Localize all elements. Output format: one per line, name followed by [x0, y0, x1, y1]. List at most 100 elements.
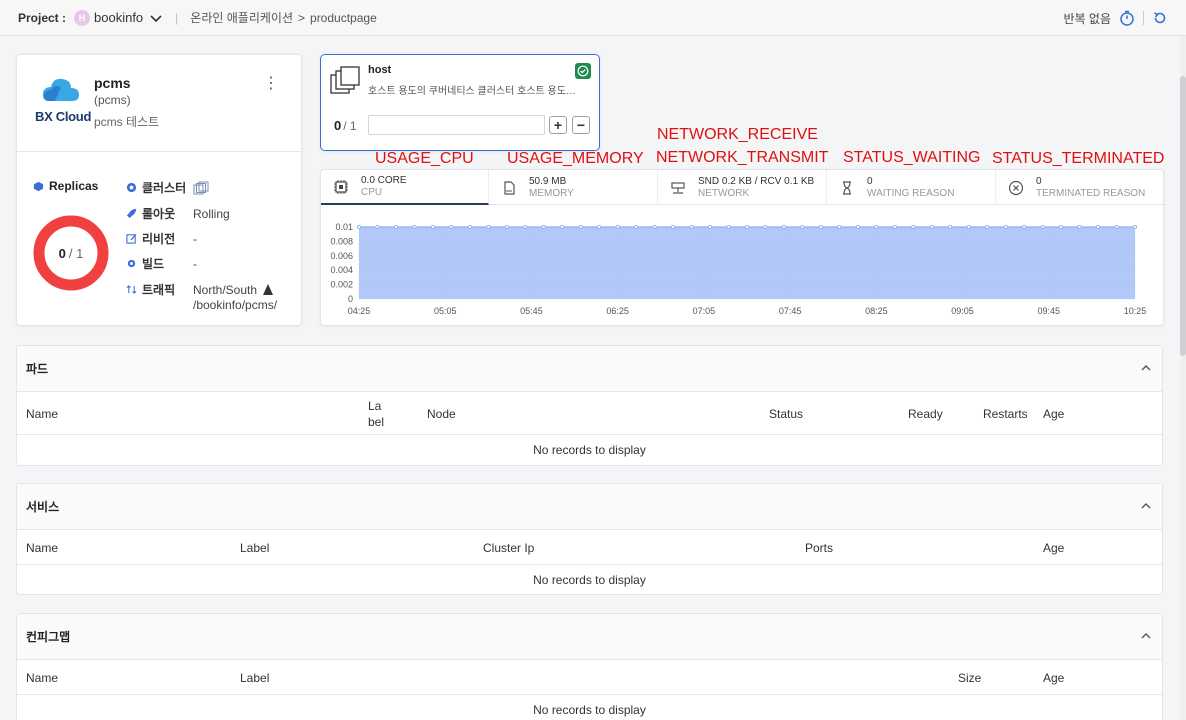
info-rollout: 롤아웃 Rolling	[126, 205, 230, 222]
tab-network-value: SND 0.2 KB / RCV 0.1 KB	[698, 175, 815, 187]
x-tick-label: 10:25	[1124, 306, 1147, 316]
info-traffic-path: /bookinfo/pcms/	[193, 298, 278, 312]
repeat-select[interactable]: 반복 없음	[1064, 10, 1112, 27]
replicas-total: / 1	[68, 245, 84, 261]
replicas-title: Replicas	[33, 179, 98, 193]
col-age[interactable]: Age	[1043, 671, 1064, 685]
data-point	[800, 224, 805, 230]
more-options-icon[interactable]: ⋮	[263, 73, 279, 93]
tab-terminated[interactable]: 0 TERMINATED REASON	[996, 170, 1165, 205]
x-tick-label: 08:25	[865, 306, 888, 316]
breadcrumb-app[interactable]: 온라인 애플리케이션	[190, 9, 293, 26]
data-point	[1132, 224, 1138, 230]
col-restarts[interactable]: Restarts	[983, 407, 1028, 421]
col-cluster-ip[interactable]: Cluster Ip	[483, 541, 534, 555]
info-rollout-label: 롤아웃	[142, 207, 176, 221]
chevron-up-icon[interactable]	[1140, 362, 1152, 374]
data-point	[689, 224, 694, 230]
tab-cpu[interactable]: 0.0 CORE CPU	[321, 170, 489, 205]
data-point	[375, 224, 380, 230]
cluster-stack-icon	[330, 66, 360, 94]
data-point	[578, 224, 583, 230]
app-subtitle: (pcms)	[94, 93, 131, 107]
check-circle-icon	[575, 63, 591, 79]
refresh-icon[interactable]	[1152, 10, 1168, 26]
tab-terminated-value: 0	[1036, 175, 1042, 187]
col-node[interactable]: Node	[427, 407, 456, 421]
services-title: 서비스	[26, 500, 60, 514]
col-age[interactable]: Age	[1043, 407, 1064, 421]
project-selector[interactable]: bookinfo	[94, 10, 143, 25]
data-point	[1114, 224, 1119, 230]
chevron-up-icon[interactable]	[1140, 630, 1152, 642]
tab-waiting[interactable]: 0 WAITING REASON	[827, 170, 996, 205]
col-age[interactable]: Age	[1043, 541, 1064, 555]
app-name: pcms	[94, 75, 131, 91]
host-card[interactable]: host 호스트 용도의 쿠버네티스 클러스터 호스트 용도… 0/ 1 + −	[320, 54, 600, 151]
pods-header[interactable]: 파드	[17, 346, 1162, 392]
annotation-usage-memory: USAGE_MEMORY	[507, 150, 644, 167]
configmaps-header[interactable]: 컨피그맵	[17, 614, 1162, 660]
services-header[interactable]: 서비스	[17, 484, 1162, 530]
col-name[interactable]: Name	[26, 671, 58, 685]
data-point	[1040, 224, 1045, 230]
tab-cpu-value: 0.0 CORE	[361, 174, 407, 186]
cluster-stack-icon[interactable]	[193, 181, 209, 195]
pods-empty-message: No records to display	[533, 443, 646, 457]
increment-button[interactable]: +	[549, 116, 567, 134]
decrement-button[interactable]: −	[572, 116, 590, 134]
y-tick-label: 0	[348, 294, 353, 304]
info-build: 빌드 -	[126, 255, 197, 272]
data-point	[541, 224, 546, 230]
annotation-usage-cpu: USAGE_CPU	[375, 150, 474, 167]
annotation-network-transmit: NETWORK_TRANSMIT	[656, 149, 829, 166]
info-build-value: -	[193, 256, 197, 271]
data-point	[855, 224, 860, 230]
host-count-current: 0	[334, 118, 342, 133]
configmaps-empty-message: No records to display	[533, 703, 646, 717]
replicas-count: 0 / 1	[33, 215, 109, 291]
x-tick-label: 07:05	[693, 306, 716, 316]
col-name[interactable]: Name	[26, 541, 58, 555]
x-tick-label: 05:45	[520, 306, 543, 316]
info-traffic-value: North/South	[193, 282, 258, 297]
y-tick-label: 0.002	[330, 280, 353, 290]
data-point	[615, 224, 620, 230]
separator	[1143, 11, 1144, 25]
col-ready[interactable]: Ready	[908, 407, 943, 421]
chevron-down-icon[interactable]	[149, 11, 163, 25]
cluster-icon	[126, 182, 137, 193]
gear-icon	[127, 259, 136, 268]
col-ports[interactable]: Ports	[805, 541, 833, 555]
chevron-up-icon[interactable]	[1140, 500, 1152, 512]
cpu-usage-chart: 04:25 05:05 05:45 06:25 07:05 07:45 08:25 09:05…	[330, 222, 1147, 316]
data-point	[523, 224, 528, 230]
col-name[interactable]: Name	[26, 407, 58, 421]
col-label[interactable]: Label	[240, 541, 269, 555]
col-size[interactable]: Size	[958, 671, 981, 685]
scrollbar[interactable]	[1180, 36, 1186, 720]
col-label[interactable]: Label	[240, 671, 269, 685]
data-point	[726, 224, 731, 230]
stopwatch-icon[interactable]	[1119, 10, 1135, 26]
scrollbar-thumb[interactable]	[1180, 76, 1186, 356]
col-status[interactable]: Status	[769, 407, 803, 421]
col-label[interactable]: La bel	[368, 398, 384, 430]
info-traffic-label: 트래픽	[142, 283, 176, 297]
data-point	[781, 224, 787, 230]
tab-network[interactable]: SND 0.2 KB / RCV 0.1 KB NETWORK	[658, 170, 827, 205]
data-point	[356, 224, 362, 230]
cube-icon	[33, 181, 44, 191]
data-point	[597, 224, 602, 230]
x-tick-label: 07:45	[779, 306, 802, 316]
info-revision-label: 리비전	[142, 232, 176, 246]
info-traffic: 트래픽 North/South	[126, 281, 275, 298]
x-tick-label: 09:05	[951, 306, 974, 316]
replica-input[interactable]	[368, 115, 545, 135]
x-tick-label: 06:25	[606, 306, 629, 316]
data-point	[1095, 224, 1101, 230]
tab-memory[interactable]: 50.9 MB MEMORY	[489, 170, 658, 205]
info-cluster-label: 클러스터	[142, 181, 187, 195]
project-badge: H	[74, 9, 91, 26]
close-circle-icon	[1008, 180, 1024, 195]
